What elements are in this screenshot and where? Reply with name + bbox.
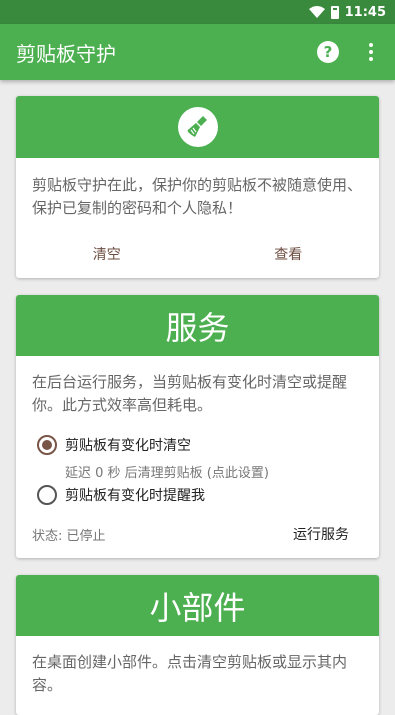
notify-on-change-label: 剪贴板有变化时提醒我 — [65, 488, 205, 504]
clear-on-change-label: 剪贴板有变化时清空 — [65, 438, 191, 454]
view-button[interactable]: 查看 — [198, 240, 380, 268]
service-description: 在后台运行服务，当剪贴板有变化时清空或提醒你。此方式效率高但耗电。 — [32, 373, 348, 414]
service-card: 服务 在后台运行服务，当剪贴板有变化时清空或提醒你。此方式效率高但耗电。 剪贴板… — [16, 295, 379, 558]
radio-checked-icon[interactable] — [37, 435, 57, 455]
wifi-icon — [308, 6, 325, 18]
widget-title: 小部件 — [16, 575, 379, 636]
clear-on-change-option[interactable]: 剪贴板有变化时清空 — [37, 435, 191, 455]
status-bar: 11:45 — [0, 0, 395, 24]
widget-card: 小部件 在桌面创建小部件。点击清空剪贴板或显示其内容。 — [16, 575, 379, 715]
broom-icon — [177, 107, 218, 147]
service-status: 状态: 已停止 — [32, 529, 106, 544]
clear-button[interactable]: 清空 — [16, 240, 198, 268]
app-bar: 剪贴板守护 ? — [0, 24, 395, 80]
protect-card-header — [16, 96, 379, 158]
radio-unchecked-icon[interactable] — [37, 485, 57, 505]
notify-on-change-option[interactable]: 剪贴板有变化时提醒我 — [37, 485, 205, 505]
service-title: 服务 — [16, 295, 379, 356]
status-time: 11:45 — [344, 4, 386, 20]
help-icon[interactable]: ? — [317, 41, 339, 63]
run-service-button[interactable]: 运行服务 — [293, 524, 349, 544]
protect-description: 剪贴板守护在此，保护你的剪贴板不被随意使用、保护已复制的密码和个人隐私！ — [32, 176, 363, 217]
delay-setting-link[interactable]: 延迟 0 秒 后清理剪贴板 (点此设置) — [65, 462, 269, 481]
app-title: 剪贴板守护 — [16, 41, 116, 66]
widget-description: 在桌面创建小部件。点击清空剪贴板或显示其内容。 — [32, 653, 348, 694]
protect-card: 剪贴板守护在此，保护你的剪贴板不被随意使用、保护已复制的密码和个人隐私！ 清空 … — [16, 96, 379, 278]
more-options-icon[interactable] — [359, 43, 383, 61]
battery-icon — [330, 5, 339, 19]
